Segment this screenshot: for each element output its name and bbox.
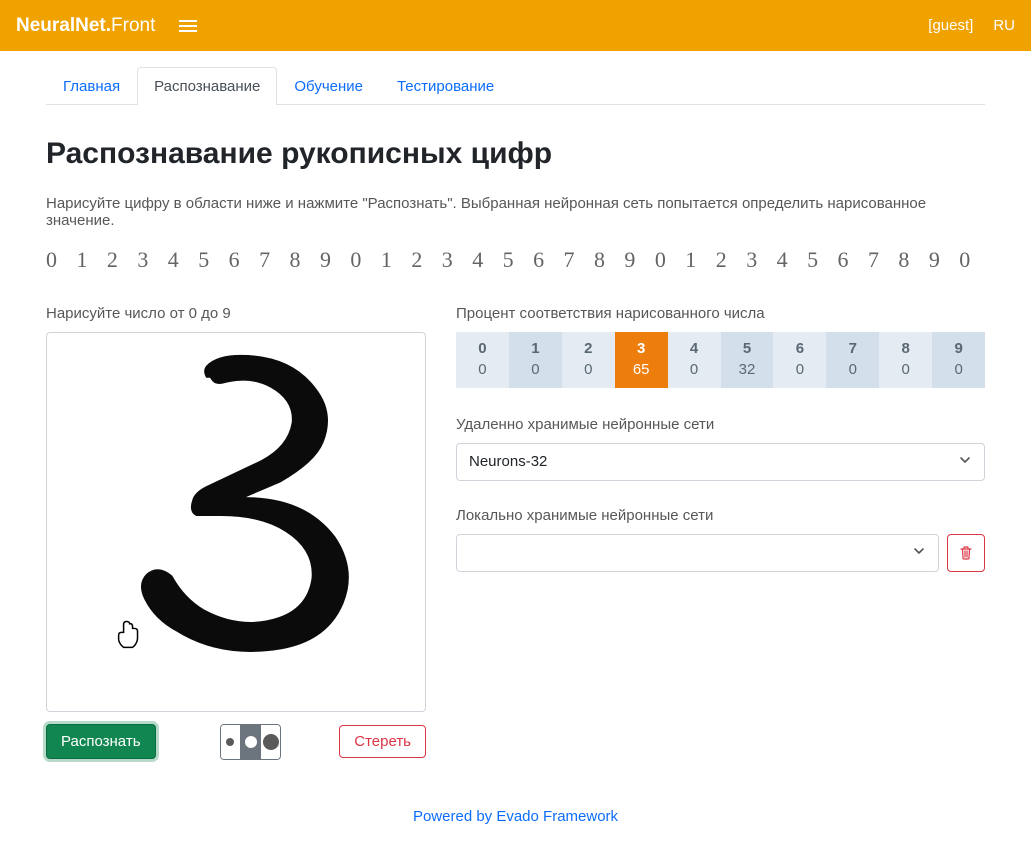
brand-light: Front [111, 15, 155, 36]
percent-cell-5: 532 [721, 332, 774, 388]
percent-cell-9: 90 [932, 332, 985, 388]
percent-digit-value: 0 [932, 361, 985, 378]
percent-cell-8: 80 [879, 332, 932, 388]
percent-digit-label: 2 [562, 340, 615, 357]
percent-digit-label: 6 [773, 340, 826, 357]
tab-home[interactable]: Главная [46, 67, 137, 105]
tab-training[interactable]: Обучение [277, 67, 380, 105]
percent-digit-label: 8 [879, 340, 932, 357]
percent-digit-value: 32 [721, 361, 774, 378]
percent-digit-value: 0 [879, 361, 932, 378]
percent-cell-2: 20 [562, 332, 615, 388]
user-label[interactable]: [guest] [928, 17, 973, 34]
percent-digit-value: 0 [773, 361, 826, 378]
percent-digit-label: 4 [668, 340, 721, 357]
percent-digit-value: 0 [826, 361, 879, 378]
percent-digit-value: 65 [615, 361, 668, 378]
percent-cell-1: 10 [509, 332, 562, 388]
tab-recognition[interactable]: Распознавание [137, 67, 277, 105]
percent-digit-label: 9 [932, 340, 985, 357]
local-label: Локально хранимые нейронные сети [456, 507, 985, 524]
hamburger-icon[interactable] [179, 17, 197, 35]
erase-button[interactable]: Стереть [339, 725, 426, 758]
page-title: Распознавание рукописных цифр [46, 137, 985, 171]
percent-digit-label: 1 [509, 340, 562, 357]
remote-label: Удаленно хранимые нейронные сети [456, 416, 985, 433]
delete-local-button[interactable] [947, 534, 985, 572]
percent-cell-6: 60 [773, 332, 826, 388]
topbar-right: [guest] RU [928, 17, 1015, 34]
percent-cell-0: 00 [456, 332, 509, 388]
recognize-button[interactable]: Распознать [46, 724, 156, 759]
percent-label: Процент соответствия нарисованного числа [456, 305, 985, 322]
percent-cell-4: 40 [668, 332, 721, 388]
page-subtitle: Нарисуйте цифру в области ниже и нажмите… [46, 195, 985, 229]
percent-cell-3: 365 [615, 332, 668, 388]
percent-digit-label: 5 [721, 340, 774, 357]
percent-grid: 0010203654053260708090 [456, 332, 985, 388]
percent-digit-value: 0 [562, 361, 615, 378]
digit-strip: 0 1 2 3 4 5 6 7 8 9 0 1 2 3 4 5 6 7 8 9 … [46, 245, 985, 275]
percent-digit-label: 3 [615, 340, 668, 357]
percent-digit-value: 0 [668, 361, 721, 378]
svg-text:0 1 2 3 4 5 6 7 8 9 0 1 2 3 4: 0 1 2 3 4 5 6 7 8 9 0 1 2 3 4 5 6 7 8 9 … [46, 247, 985, 272]
percent-digit-value: 0 [509, 361, 562, 378]
percent-digit-label: 7 [826, 340, 879, 357]
nav-tabs: Главная Распознавание Обучение Тестирова… [46, 67, 985, 105]
trash-icon [958, 545, 974, 561]
topbar: NeuralNet.Front [guest] RU [0, 0, 1031, 51]
footer: Powered by Evado Framework [0, 790, 1031, 846]
brush-medium[interactable] [240, 725, 260, 759]
draw-label: Нарисуйте число от 0 до 9 [46, 305, 426, 322]
brush-small[interactable] [221, 725, 241, 759]
drawing-canvas[interactable] [46, 332, 426, 712]
footer-link[interactable]: Powered by Evado Framework [413, 808, 618, 825]
canvas-toolbar: Распознать Стереть [46, 724, 426, 760]
brush-size-group [220, 724, 282, 760]
percent-digit-label: 0 [456, 340, 509, 357]
percent-cell-7: 70 [826, 332, 879, 388]
brush-large[interactable] [260, 725, 280, 759]
local-network-select[interactable] [456, 534, 939, 572]
tab-testing[interactable]: Тестирование [380, 67, 511, 105]
percent-digit-value: 0 [456, 361, 509, 378]
lang-switch[interactable]: RU [993, 17, 1015, 34]
brand[interactable]: NeuralNet.Front [16, 15, 155, 37]
remote-selected-value: Neurons-32 [469, 453, 547, 470]
remote-network-select[interactable]: Neurons-32 [456, 443, 985, 481]
brand-strong: NeuralNet. [16, 15, 111, 36]
